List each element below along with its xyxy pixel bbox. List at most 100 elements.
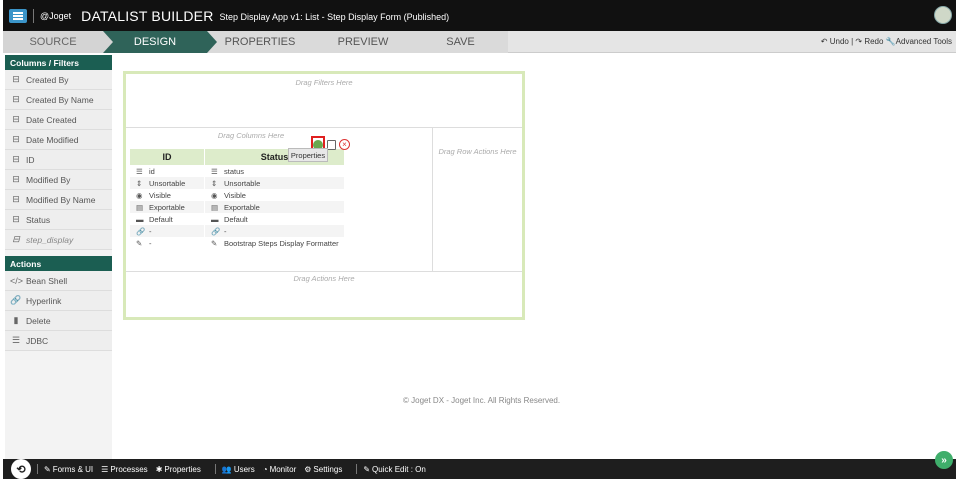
- palette-item-modified-by-name[interactable]: ⊟ Modified By Name: [5, 190, 112, 210]
- column-icon: ⊟: [12, 194, 20, 204]
- column-field-value: id: [149, 166, 155, 176]
- palette-item-created-by[interactable]: ⊟ Created By: [5, 70, 112, 90]
- trash-icon: ▮: [13, 315, 19, 325]
- palette-item-modified-by[interactable]: ⊟ Modified By: [5, 170, 112, 190]
- pencil-icon: ✎: [363, 464, 371, 474]
- column-id[interactable]: ID ☰ id ⇕ Unsortable ◉ Visible ▤ Exportable …: [130, 149, 204, 249]
- tab-design[interactable]: DESIGN: [103, 31, 217, 53]
- palette-item-label: step_display: [26, 234, 74, 245]
- filters-drop-label: Drag Filters Here: [295, 78, 353, 87]
- eye-icon: ◉: [211, 190, 218, 200]
- palette-item-id[interactable]: ⊟ ID: [5, 150, 112, 170]
- columns-drop-zone[interactable]: Drag Columns Here ID ☰ id ⇕ Unsortable ◉ Vi…: [126, 128, 432, 271]
- column-field: ☰ id: [130, 165, 204, 177]
- link-icon: 🔗: [211, 226, 221, 236]
- palette-action-jdbc[interactable]: ☰ JDBC: [5, 331, 112, 351]
- palette-item-date-created[interactable]: ⊟ Date Created: [5, 110, 112, 130]
- sort-icon: ⇕: [211, 178, 218, 188]
- column-icon: ⊟: [12, 174, 20, 184]
- palette-action-bean-shell[interactable]: </> Bean Shell: [5, 271, 112, 291]
- admin-item-label: Properties: [164, 464, 201, 474]
- wrench-icon[interactable]: 🔧: [886, 37, 896, 46]
- sort-icon: ⇕: [136, 178, 143, 188]
- column-sort: ⇕ Unsortable: [205, 177, 344, 189]
- database-icon: ☰: [211, 166, 218, 176]
- row-actions-drop-zone[interactable]: Drag Row Actions Here: [432, 128, 522, 271]
- admin-settings[interactable]: ⚙ Settings: [304, 465, 342, 474]
- admin-item-label: Users: [233, 464, 255, 474]
- divider: [356, 464, 358, 474]
- column-status[interactable]: Status ☰ status ⇕ Unsortable ◉ Visible ▤ Exp…: [205, 149, 344, 249]
- column-width: ▬ Default: [205, 213, 344, 225]
- width-icon: ▬: [211, 214, 219, 224]
- column-link-value: -: [224, 226, 227, 236]
- column-icon: ⊟: [12, 214, 20, 224]
- column-visibility-value: Visible: [149, 190, 171, 200]
- palette-item-label: Created By Name: [26, 94, 94, 105]
- column-width-value: Default: [149, 214, 173, 224]
- admin-item-label: Monitor: [269, 464, 297, 474]
- admin-forms-ui[interactable]: ✎ Forms & UI: [44, 465, 93, 474]
- column-sort-value: Unsortable: [149, 178, 186, 188]
- quick-edit-toggle[interactable]: ✎ Quick Edit : On: [363, 465, 426, 474]
- palette-item-status[interactable]: ⊟ Status: [5, 210, 112, 230]
- delete-icon[interactable]: ×: [339, 139, 350, 150]
- palette-action-hyperlink[interactable]: 🔗 Hyperlink: [5, 291, 112, 311]
- palette-item-label: Date Modified: [26, 134, 79, 145]
- brush-icon: ✎: [211, 238, 218, 248]
- tab-preview[interactable]: PREVIEW: [313, 31, 413, 53]
- palette-item-label: Created By: [26, 74, 69, 85]
- admin-users[interactable]: 👥 Users: [222, 465, 255, 474]
- builder-tabs-bar: SOURCE DESIGN PROPERTIES PREVIEW SAVE ↶ …: [3, 31, 956, 53]
- column-icon: ⊟: [12, 74, 20, 84]
- columns-filters-header: Columns / Filters: [5, 55, 112, 70]
- admin-processes[interactable]: ☰ Processes: [101, 465, 148, 474]
- admin-properties[interactable]: ✱ Properties: [156, 465, 201, 474]
- palette-item-step-display[interactable]: ⊟ step_display: [5, 230, 112, 250]
- database-icon: ☰: [11, 335, 21, 345]
- undo-button[interactable]: Undo: [830, 37, 849, 46]
- column-formatter: ✎ -: [130, 237, 204, 249]
- palette-item-label: Modified By: [26, 174, 71, 185]
- column-visibility-value: Visible: [224, 190, 246, 200]
- copy-icon[interactable]: [327, 140, 336, 150]
- menu-icon[interactable]: [9, 8, 27, 23]
- column-formatter-value: -: [149, 238, 152, 248]
- redo-button[interactable]: Redo: [864, 37, 883, 46]
- filters-drop-zone[interactable]: Drag Filters Here: [126, 74, 522, 128]
- palette-item-date-modified[interactable]: ⊟ Date Modified: [5, 130, 112, 150]
- actions-drop-zone[interactable]: Drag Actions Here: [126, 271, 522, 291]
- admin-monitor[interactable]: ◔ Monitor: [263, 465, 297, 474]
- column-export-value: Exportable: [224, 202, 260, 212]
- column-link: 🔗 -: [205, 225, 344, 237]
- cogs-icon: ⚙: [304, 464, 312, 474]
- palette-action-delete[interactable]: ▮ Delete: [5, 311, 112, 331]
- undo-icon[interactable]: ↶: [821, 37, 828, 46]
- tab-source[interactable]: SOURCE: [3, 31, 113, 53]
- divider: [33, 8, 34, 23]
- column-sort: ⇕ Unsortable: [130, 177, 204, 189]
- column-visibility: ◉ Visible: [130, 189, 204, 201]
- advanced-tools-button[interactable]: Advanced Tools: [896, 37, 952, 46]
- palette-item-created-by-name[interactable]: ⊟ Created By Name: [5, 90, 112, 110]
- top-bar: @Joget DATALIST BUILDER Step Display App…: [3, 0, 956, 31]
- joget-logo[interactable]: @Joget: [40, 11, 71, 21]
- code-icon: </>: [10, 275, 24, 286]
- tab-properties[interactable]: PROPERTIES: [207, 31, 313, 53]
- user-avatar[interactable]: [934, 6, 952, 24]
- expand-icon[interactable]: »: [935, 451, 953, 469]
- joget-home-icon[interactable]: ⟲: [11, 459, 31, 479]
- admin-bar: ⟲ ✎ Forms & UI ☰ Processes ✱ Properties 👥 Us…: [3, 459, 956, 479]
- column-icon: ⊟: [12, 154, 20, 164]
- redo-icon[interactable]: ↷: [855, 37, 862, 46]
- column-icon: ⊟: [12, 94, 20, 104]
- export-icon: ▤: [211, 202, 219, 212]
- width-icon: ▬: [136, 214, 144, 224]
- tab-save[interactable]: SAVE: [413, 31, 508, 53]
- actions-header: Actions: [5, 256, 112, 271]
- column-export: ▤ Exportable: [205, 201, 344, 213]
- users-icon: 👥: [221, 464, 232, 474]
- palette-item-label: Delete: [26, 315, 51, 326]
- toolbar-right: ↶ Undo | ↷ Redo 🔧Advanced Tools: [820, 37, 952, 46]
- database-icon: ☰: [136, 166, 143, 176]
